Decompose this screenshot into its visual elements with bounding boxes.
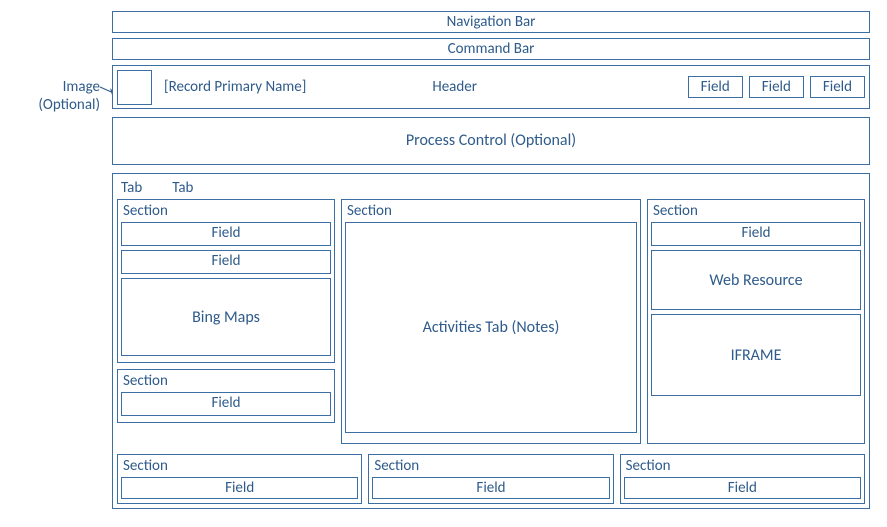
annotation-optional: (Optional)	[38, 96, 100, 114]
header-field-3: Field	[810, 76, 865, 98]
section-label: Section	[624, 457, 861, 477]
left-section-2: Section Field	[117, 369, 335, 423]
field-box: Field	[121, 222, 331, 246]
image-optional-annotation: Image (Optional)	[8, 78, 100, 114]
navigation-bar-label: Navigation Bar	[447, 13, 536, 31]
section-label: Section	[121, 202, 331, 222]
tab-1: Tab	[121, 179, 142, 197]
navigation-bar: Navigation Bar	[112, 11, 870, 33]
bing-maps-box: Bing Maps	[121, 278, 331, 356]
field-box: Field	[651, 222, 861, 246]
header-field-2: Field	[749, 76, 804, 98]
row2-section-2: Section Field	[368, 454, 613, 504]
activities-tab-box: Activities Tab (Notes)	[345, 222, 637, 433]
command-bar: Command Bar	[112, 38, 870, 60]
section-label: Section	[651, 202, 861, 222]
header-field-1: Field	[688, 76, 743, 98]
process-control-label: Process Control (Optional)	[406, 131, 576, 150]
header-row: [Record Primary Name] Header Field Field…	[112, 65, 870, 109]
field-box: Field	[121, 392, 331, 416]
field-box: Field	[372, 477, 609, 499]
tab-2: Tab	[172, 179, 193, 197]
tab-strip: Tab Tab	[117, 178, 865, 199]
field-box: Field	[121, 477, 358, 499]
web-resource-box: Web Resource	[651, 250, 861, 310]
record-image-placeholder	[117, 70, 152, 105]
section-label: Section	[121, 372, 331, 392]
mid-section: Section Activities Tab (Notes)	[341, 199, 641, 444]
command-bar-label: Command Bar	[448, 40, 535, 58]
section-label: Section	[372, 457, 609, 477]
annotation-image: Image	[63, 78, 100, 96]
field-box: Field	[624, 477, 861, 499]
row2-section-3: Section Field	[620, 454, 865, 504]
row2-section-1: Section Field	[117, 454, 362, 504]
section-label: Section	[345, 202, 637, 222]
header-title: Header	[432, 78, 477, 96]
section-label: Section	[121, 457, 358, 477]
field-box: Field	[121, 250, 331, 274]
process-control: Process Control (Optional)	[112, 117, 870, 165]
tab-region: Tab Tab Section Field Field Bing Maps Se…	[112, 173, 870, 509]
left-section-1: Section Field Field Bing Maps	[117, 199, 335, 363]
iframe-box: IFRAME	[651, 314, 861, 396]
form-layout-diagram: Navigation Bar Command Bar [Record Prima…	[112, 11, 870, 509]
right-section: Section Field Web Resource IFRAME	[647, 199, 865, 444]
record-primary-name: [Record Primary Name]	[164, 78, 306, 96]
